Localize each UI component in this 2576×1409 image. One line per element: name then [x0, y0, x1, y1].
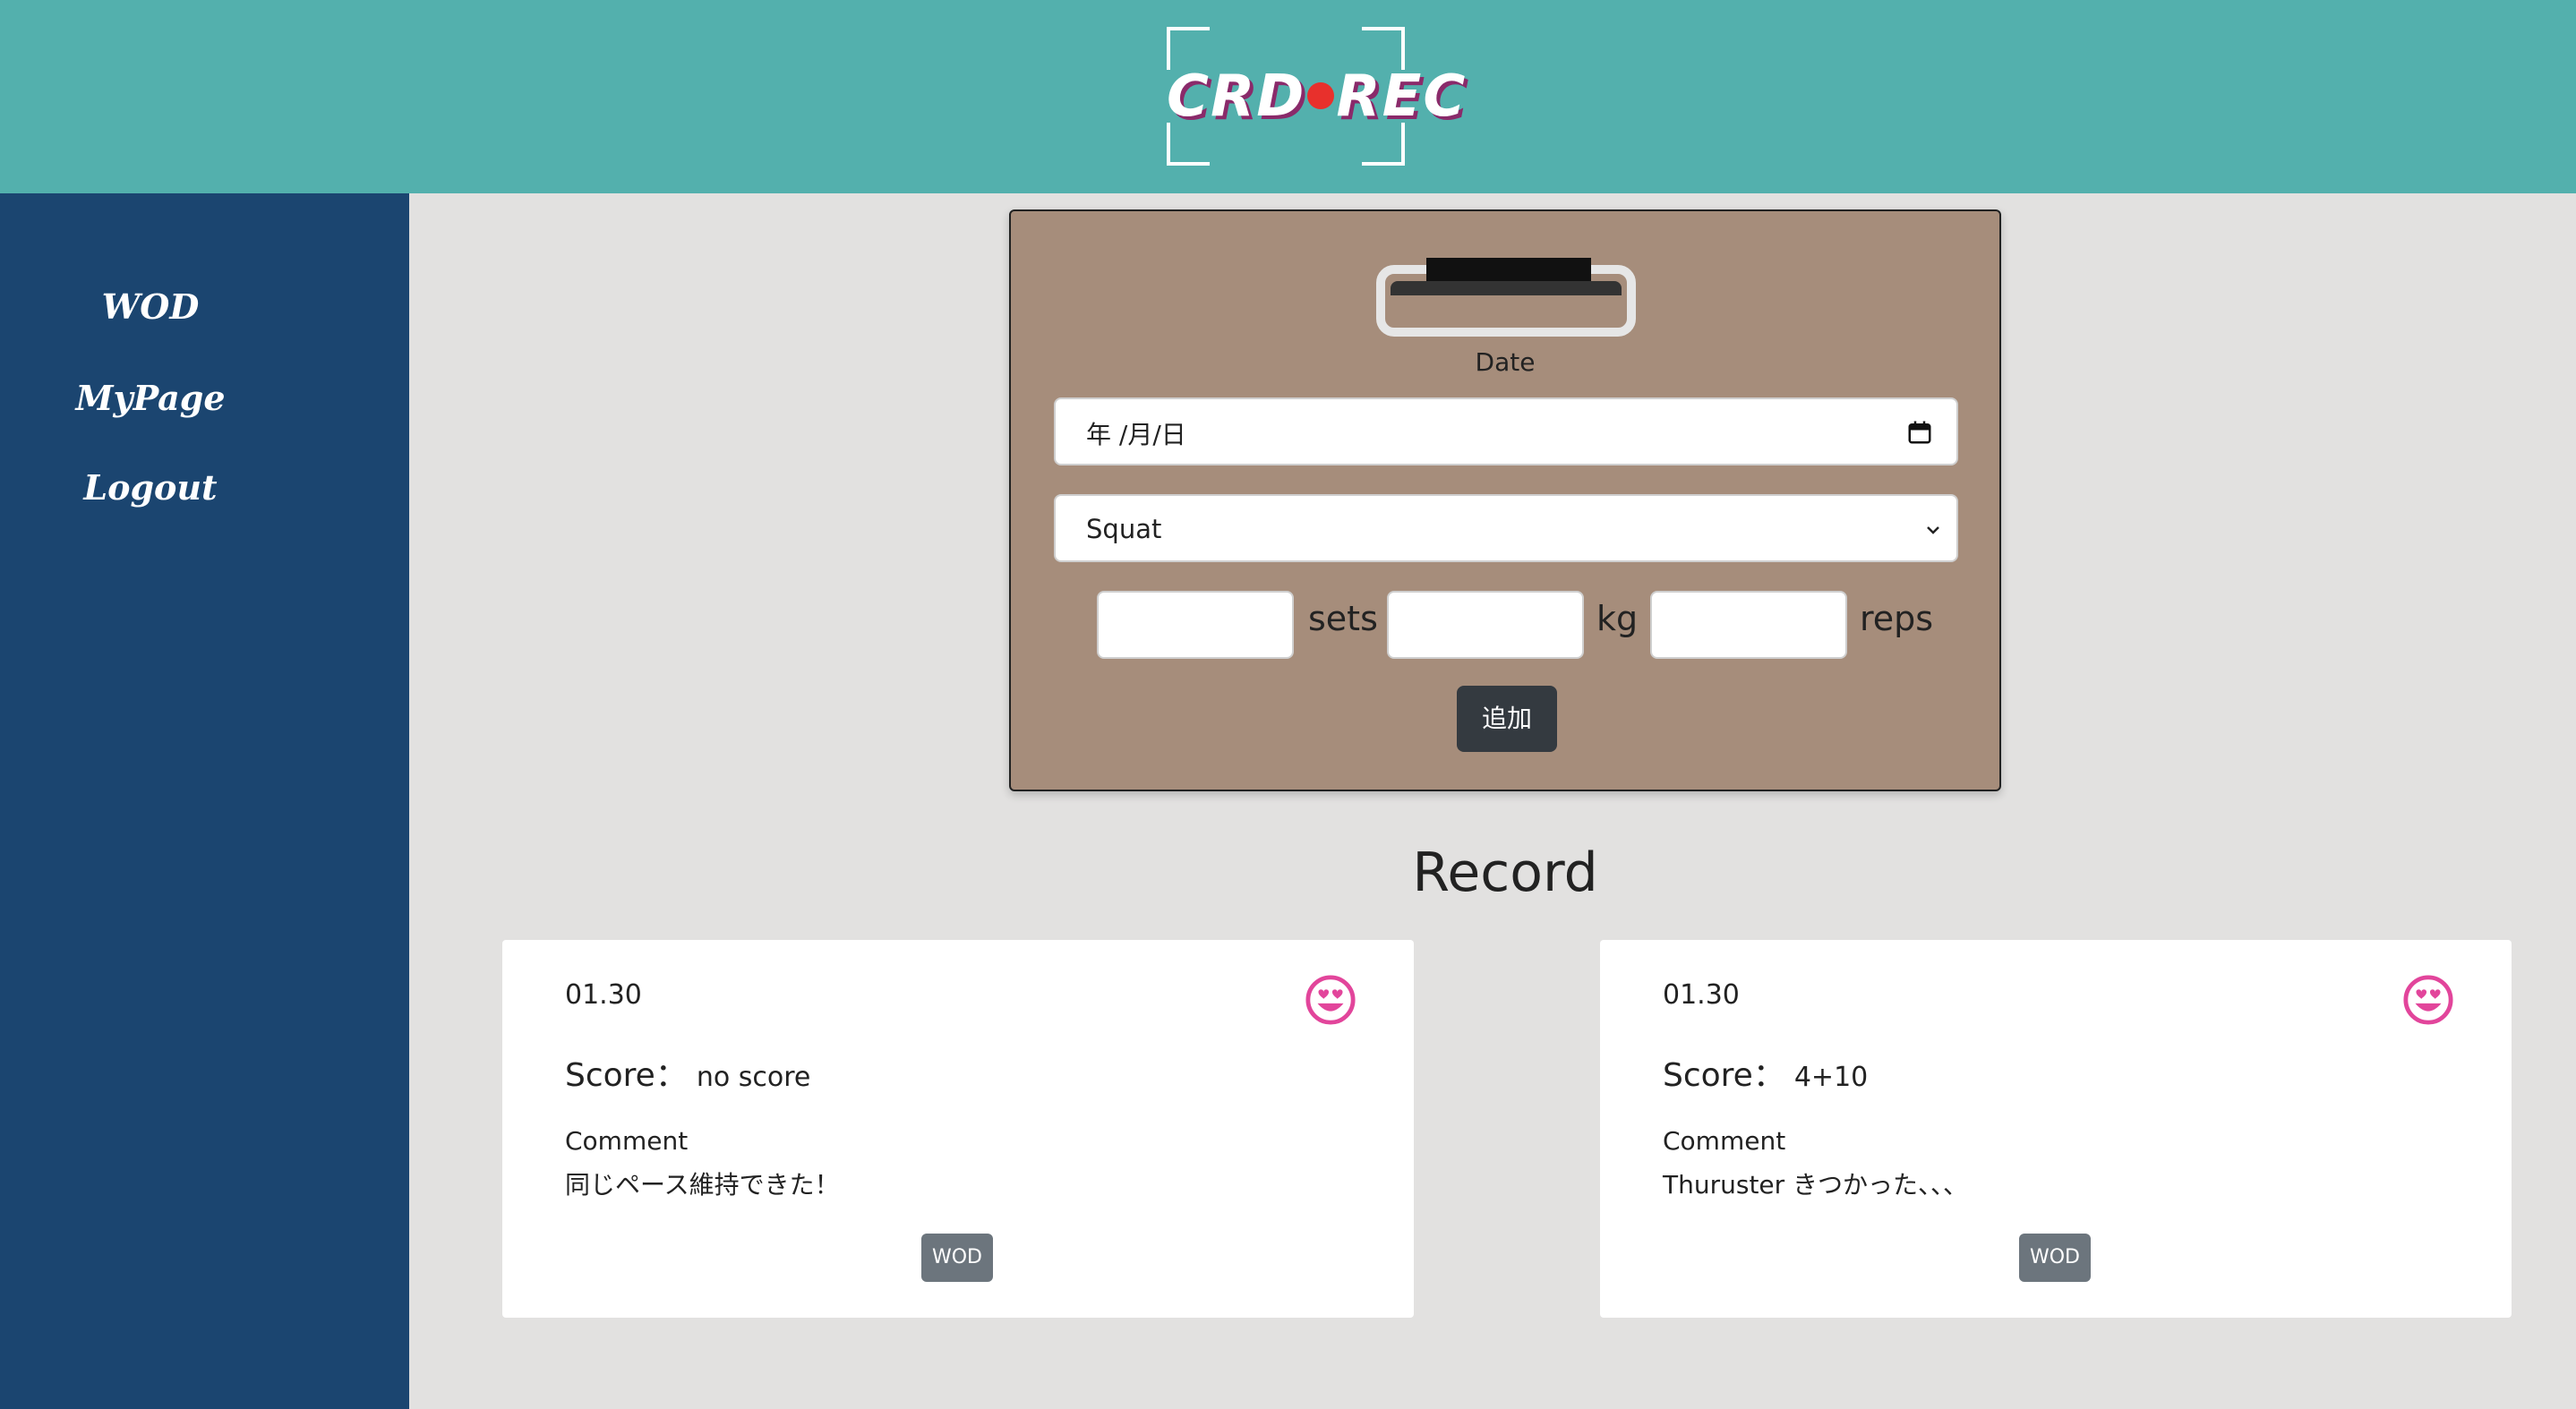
- score-row: Score： 4+10: [1663, 1049, 1868, 1096]
- exercise-select-value: Squat: [1086, 514, 1162, 544]
- add-button[interactable]: 追加: [1457, 686, 1557, 752]
- record-card[interactable]: 01.30 Score： 4+10 Comment Thuruster きつかった…: [1600, 940, 2512, 1318]
- date-input-value: 年 /月/日: [1086, 420, 1186, 449]
- comment-text: Thuruster きつかった、、、: [1663, 1170, 1969, 1200]
- reps-input[interactable]: [1650, 591, 1847, 659]
- score-value: 4+10: [1793, 1062, 1869, 1093]
- record-date: 01.30: [1663, 979, 1740, 1011]
- smiling-face-heart-eyes-icon[interactable]: [2402, 974, 2454, 1026]
- smiling-face-heart-eyes-icon[interactable]: [1305, 974, 1356, 1026]
- kg-input[interactable]: [1387, 591, 1584, 659]
- record-card[interactable]: 01.30 Score： no score Comment 同じペース維持できた！…: [502, 940, 1414, 1318]
- logo-record-dot-icon: [1307, 82, 1335, 110]
- wod-badge[interactable]: WOD: [2019, 1234, 2091, 1282]
- exercise-select[interactable]: Squat: [1054, 494, 1958, 562]
- reps-unit-label: reps: [1860, 599, 1934, 638]
- score-label: Score：: [1663, 1057, 1785, 1094]
- clipboard-icon: [1376, 258, 1636, 337]
- wod-badge[interactable]: WOD: [921, 1234, 993, 1282]
- record-section-title: Record: [1412, 841, 1598, 904]
- logo-text: CRD REC: [1167, 64, 1468, 130]
- sidebar-item-wod[interactable]: WOD: [0, 286, 301, 327]
- record-entry-form: Date 年 /月/日 Squat sets kg reps 追加: [1009, 209, 2001, 791]
- score-row: Score： no score: [565, 1049, 810, 1096]
- comment-label: Comment: [565, 1126, 689, 1156]
- score-value: no score: [696, 1062, 811, 1093]
- sets-unit-label: sets: [1308, 599, 1378, 638]
- date-input[interactable]: 年 /月/日: [1054, 397, 1958, 465]
- kg-unit-label: kg: [1596, 599, 1639, 638]
- chevron-down-icon: [1927, 526, 1939, 534]
- score-label: Score：: [565, 1057, 688, 1094]
- app-logo[interactable]: CRD REC: [1167, 27, 1468, 166]
- comment-text: 同じペース維持できた！: [565, 1170, 840, 1200]
- sets-input[interactable]: [1097, 591, 1294, 659]
- date-label: Date: [1475, 347, 1536, 377]
- comment-label: Comment: [1663, 1126, 1786, 1156]
- calendar-icon[interactable]: [1906, 419, 1933, 446]
- sidebar-item-logout[interactable]: Logout: [0, 467, 301, 508]
- header: CRD REC: [0, 0, 2576, 193]
- sidebar: WOD MyPage Logout: [0, 193, 409, 1409]
- sidebar-item-mypage[interactable]: MyPage: [0, 378, 301, 418]
- record-date: 01.30: [565, 979, 642, 1011]
